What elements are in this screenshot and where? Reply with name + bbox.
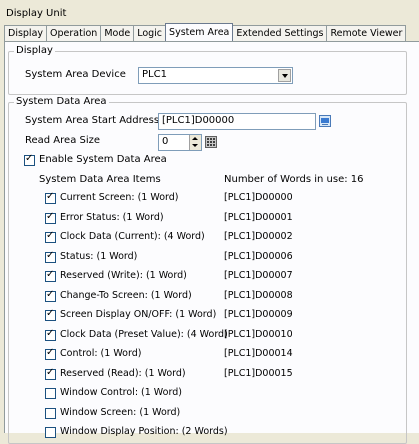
item-label: Screen Display ON/OFF: (1 Word) <box>60 309 217 320</box>
tab-display[interactable]: Display <box>4 25 48 41</box>
chevron-down-icon <box>282 74 288 78</box>
system-area-device-select[interactable]: PLC1 <box>138 67 293 84</box>
item-checkbox[interactable]: ✓ <box>45 288 56 302</box>
item-address: [PLC1]D00002 <box>224 231 293 242</box>
tab-operation[interactable]: Operation <box>46 25 102 41</box>
checkmark-icon: ✓ <box>46 249 55 261</box>
checkmark-icon: ✓ <box>46 288 55 300</box>
tab-mode[interactable]: Mode <box>100 25 135 41</box>
tab-system-area[interactable]: System Area <box>165 23 234 41</box>
system-data-group: System Data Area System Area Start Addre… <box>8 96 407 444</box>
item-address: [PLC1]D00006 <box>224 250 293 262</box>
item-label: Window Screen: (1 Word) <box>60 406 181 418</box>
system-data-group-legend: System Data Area <box>14 96 109 107</box>
read-area-size-value: 0 <box>162 136 169 147</box>
checkmark-icon: ✓ <box>46 210 55 222</box>
checkmark-icon: ✓ <box>25 153 34 164</box>
item-label: Clock Data (Preset Value): (4 Word) <box>60 328 228 340</box>
system-area-device-value: PLC1 <box>142 69 167 80</box>
item-checkbox[interactable] <box>45 388 56 399</box>
display-group-legend: Display <box>14 45 55 56</box>
spin-up-icon[interactable] <box>192 137 198 140</box>
item-label: Current Screen: (1 Word) <box>60 192 179 203</box>
item-label: Control: (1 Word) <box>60 348 142 359</box>
checkmark-icon: ✓ <box>46 308 55 319</box>
enable-system-data-label: Enable System Data Area <box>39 154 167 165</box>
window-title: Display Unit <box>6 8 67 19</box>
item-checkbox[interactable]: ✓ <box>45 210 56 224</box>
item-label: Error Status: (1 Word) <box>60 211 164 223</box>
item-address: [PLC1]D00007 <box>224 270 293 281</box>
item-address: [PLC1]D00008 <box>224 289 293 301</box>
item-label: Reserved (Read): (1 Word) <box>60 367 186 379</box>
item-checkbox[interactable]: ✓ <box>45 308 56 321</box>
checkmark-icon: ✓ <box>46 191 55 202</box>
tab-extended-settings[interactable]: Extended Settings <box>232 25 328 41</box>
tab-logic[interactable]: Logic <box>133 25 167 41</box>
item-checkbox[interactable] <box>45 427 56 438</box>
item-address: [PLC1]D00014 <box>224 348 293 359</box>
item-checkbox[interactable]: ✓ <box>45 327 56 341</box>
item-checkbox[interactable] <box>45 407 56 419</box>
start-address-label: System Area Start Address <box>25 115 160 126</box>
tab-remote-viewer[interactable]: Remote Viewer <box>326 25 407 41</box>
item-label: Status: (1 Word) <box>60 250 138 262</box>
tab-panel: Display System Area Device PLC1 System D… <box>4 41 419 444</box>
item-checkbox[interactable]: ✓ <box>45 249 56 263</box>
item-checkbox[interactable]: ✓ <box>45 347 56 360</box>
item-checkbox[interactable]: ✓ <box>45 269 56 282</box>
items-header: System Data Area Items <box>39 174 161 185</box>
tab-bar: Display Operation Mode Logic System Area… <box>4 23 407 41</box>
words-in-use: Number of Words in use: 16 <box>224 174 364 185</box>
read-area-size-input[interactable]: 0 <box>158 134 202 151</box>
checkmark-icon: ✓ <box>46 347 55 358</box>
spin-down-icon[interactable] <box>192 144 198 147</box>
item-label: Window Control: (1 Word) <box>60 387 182 398</box>
checkmark-icon: ✓ <box>46 366 55 378</box>
checkmark-icon: ✓ <box>46 269 55 280</box>
dropdown-button[interactable] <box>278 69 291 82</box>
item-label: Clock Data (Current): (4 Word) <box>60 231 205 242</box>
item-checkbox[interactable]: ✓ <box>45 230 56 243</box>
item-address: [PLC1]D00015 <box>224 367 293 379</box>
item-address: [PLC1]D00001 <box>224 211 293 223</box>
item-address: [PLC1]D00010 <box>224 328 293 340</box>
read-area-size-label: Read Area Size <box>25 135 101 146</box>
item-checkbox[interactable]: ✓ <box>45 366 56 380</box>
checkmark-icon: ✓ <box>46 327 55 339</box>
item-label: Reserved (Write): (1 Word) <box>60 270 187 281</box>
item-address: [PLC1]D00000 <box>224 192 293 203</box>
enable-system-data-checkbox[interactable]: ✓ <box>24 153 35 166</box>
item-address: [PLC1]D00009 <box>224 309 293 320</box>
item-label: Change-To Screen: (1 Word) <box>60 289 192 301</box>
item-checkbox[interactable]: ✓ <box>45 191 56 204</box>
spin-buttons[interactable] <box>189 135 201 150</box>
checkmark-icon: ✓ <box>46 230 55 241</box>
system-area-device-label: System Area Device <box>25 69 126 80</box>
display-group: Display System Area Device PLC1 <box>8 45 407 95</box>
input-keypad-icon[interactable] <box>319 115 331 127</box>
start-address-value: [PLC1]D00000 <box>162 115 235 126</box>
keypad-icon[interactable] <box>205 136 217 148</box>
start-address-input[interactable]: [PLC1]D00000 <box>158 113 316 130</box>
